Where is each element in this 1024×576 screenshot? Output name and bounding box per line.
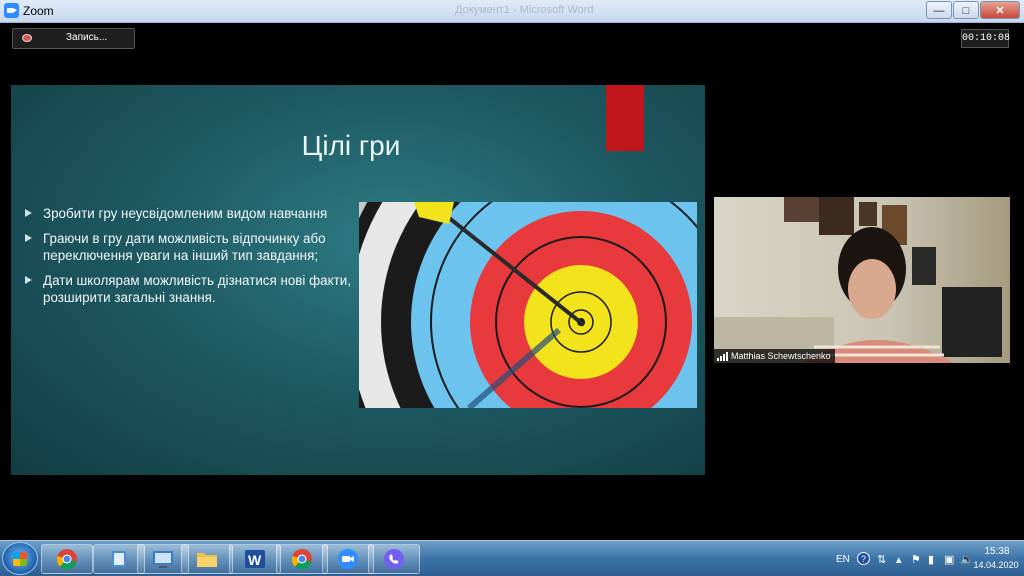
meeting-timer: 00:10:08 <box>961 29 1010 48</box>
participant-video[interactable]: Matthias Schewtschenko <box>714 197 1010 363</box>
participant-name-tag: Matthias Schewtschenko <box>714 349 835 363</box>
signal-strength-icon <box>717 351 728 361</box>
chrome-icon <box>56 549 77 570</box>
maximize-button[interactable]: □ <box>953 1 979 19</box>
chrome-icon <box>291 549 312 570</box>
system-tray: EN ? ⇅ ▴ ⚑ ▮ ▣ 🔈 15:38 14.04.2020 <box>824 541 1024 576</box>
folder-taskbar-button[interactable] <box>181 544 233 574</box>
clock-time[interactable]: 15:38 <box>976 546 1018 557</box>
bullet-arrow-icon <box>25 234 32 242</box>
slide-bullet-list: Зробити гру неусвідомленим видом навчанн… <box>25 205 365 314</box>
slide-bullet: Зробити гру неусвідомленим видом навчанн… <box>25 205 365 222</box>
help-icon[interactable]: ? <box>857 552 870 565</box>
windows-logo-icon <box>13 552 27 566</box>
folder-icon <box>197 553 217 567</box>
word-taskbar-button[interactable]: W <box>229 544 281 574</box>
svg-text:W: W <box>248 552 262 568</box>
clock-date[interactable]: 14.04.2020 <box>970 560 1022 570</box>
network-icon[interactable]: ⇅ <box>877 553 886 566</box>
chrome-profile-taskbar-button[interactable] <box>276 544 328 574</box>
viber-taskbar-button[interactable] <box>368 544 420 574</box>
bullet-arrow-icon <box>25 276 32 284</box>
shared-slide: Цілі гри Зробити гру неусвідомленим видо… <box>11 85 705 475</box>
window-titlebar: Zoom Документ1 - Microsoft Word — □ ✕ <box>0 0 1024 23</box>
bullet-arrow-icon <box>25 209 32 217</box>
recording-indicator[interactable]: Запись... <box>12 28 135 49</box>
action-center-icon[interactable]: ⚑ <box>911 553 921 566</box>
chrome-taskbar-button[interactable] <box>41 544 93 574</box>
close-button[interactable]: ✕ <box>980 1 1020 19</box>
viber-icon <box>384 549 404 569</box>
zoom-app-icon <box>4 3 19 18</box>
monitor-icon[interactable]: ▣ <box>944 553 954 566</box>
windows-taskbar: W EN ? ⇅ ▴ ⚑ ▮ ▣ 🔈 15:38 14.04.2020 <box>0 540 1024 576</box>
slide-bullet: Граючи в гру дати можливість відпочинку … <box>25 230 365 264</box>
recording-label: Запись... <box>66 32 108 43</box>
book-icon <box>112 551 126 567</box>
language-indicator[interactable]: EN <box>836 554 850 565</box>
participant-name: Matthias Schewtschenko <box>731 351 831 361</box>
start-button[interactable] <box>2 542 38 575</box>
minimize-button[interactable]: — <box>926 1 952 19</box>
background-window-title: Документ1 - Microsoft Word <box>455 4 594 16</box>
word-icon: W <box>245 550 265 568</box>
battery-icon[interactable]: ▮ <box>928 553 934 566</box>
archery-target-image <box>359 202 697 408</box>
chevron-up-icon[interactable]: ▴ <box>896 553 902 566</box>
zoom-taskbar-button[interactable] <box>322 544 374 574</box>
window-title: Zoom <box>23 4 54 18</box>
control-panel-icon <box>153 551 173 568</box>
slide-bullet: Дати школярам можливість дізнатися нові … <box>25 272 365 306</box>
cloud-record-icon <box>22 34 32 42</box>
slide-title: Цілі гри <box>301 130 401 161</box>
zoom-icon <box>338 549 358 569</box>
